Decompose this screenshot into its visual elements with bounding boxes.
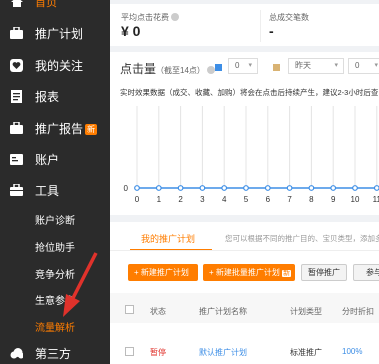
sidebar: 首页 推广计划 我的关注 报表 推广报告新 账户 工具 账户诊断 抢位助手 竞争… bbox=[0, 0, 110, 364]
select-all-checkbox[interactable] bbox=[125, 305, 134, 314]
data-point bbox=[199, 185, 206, 191]
divider bbox=[260, 10, 261, 42]
x-tick-label: 4 bbox=[222, 195, 227, 204]
x-tick-label: 5 bbox=[244, 195, 249, 204]
realtime-note: 实时效果数据（成交、收藏、加购）将会在点击后持续产生，建议2-3小时后查 bbox=[120, 88, 379, 97]
sidebar-item-label: 第三方 bbox=[35, 346, 72, 361]
stats-card: 平均点击花费 ¥ 0 总成交笔数 - bbox=[110, 4, 379, 46]
x-tick-label: 0 bbox=[135, 195, 140, 204]
chevron-down-icon: ▾ bbox=[374, 62, 378, 69]
metric-select[interactable]: 0 ▾ bbox=[228, 58, 258, 74]
data-point bbox=[177, 185, 184, 191]
stat-label: 平均点击花费 bbox=[121, 12, 179, 23]
data-point bbox=[286, 185, 293, 191]
plan-type-cell: 标准推广 bbox=[290, 348, 322, 357]
data-point bbox=[330, 185, 337, 191]
compare-date-select[interactable]: 昨天 ▾ bbox=[288, 58, 344, 74]
column-header: 状态 bbox=[150, 307, 166, 316]
column-header: 计划类型 bbox=[290, 307, 322, 316]
tab-my-plans[interactable]: 我的推广计划 bbox=[141, 232, 195, 245]
compare-legend-swatch bbox=[273, 64, 280, 71]
tab-hint: 您可以根据不同的推广目的、宝贝类型，添加多 bbox=[225, 234, 379, 243]
data-point bbox=[155, 185, 162, 191]
data-point bbox=[352, 185, 358, 191]
cloud-icon bbox=[10, 347, 23, 360]
data-point bbox=[373, 185, 379, 191]
status-cell: 暂停 bbox=[150, 348, 166, 357]
bulk-new-plan-button[interactable]: + 新建批量推广计划 新 bbox=[203, 264, 295, 281]
data-point bbox=[134, 185, 140, 191]
today-legend-swatch bbox=[215, 64, 222, 71]
data-point bbox=[264, 185, 271, 191]
x-tick-label: 8 bbox=[309, 195, 314, 204]
help-icon bbox=[171, 13, 179, 21]
x-tick-label: 2 bbox=[178, 195, 183, 204]
pause-button[interactable]: 暂停推广 bbox=[301, 264, 347, 281]
x-tick-label: 6 bbox=[266, 195, 271, 204]
x-tick-label: 10 bbox=[351, 195, 360, 204]
data-point bbox=[243, 185, 249, 191]
chevron-down-icon: ▾ bbox=[248, 62, 252, 69]
red-arrow-annotation bbox=[63, 252, 98, 317]
stat-value: ¥ 0 bbox=[121, 23, 141, 39]
plan-name-link[interactable]: 默认推广计划 bbox=[199, 347, 247, 358]
click-line-chart: 00 1 2 3 4 5 6 7 8 9 10 11 bbox=[124, 106, 379, 204]
y-tick-label: 0 bbox=[124, 184, 129, 193]
data-point bbox=[221, 185, 228, 191]
x-tick-label: 3 bbox=[200, 195, 205, 204]
chart-title: 点击量（截至14点） bbox=[120, 60, 215, 77]
chevron-down-icon: ▾ bbox=[334, 62, 338, 69]
data-point bbox=[308, 185, 315, 191]
x-tick-label: 7 bbox=[287, 195, 292, 204]
sidebar-item-third-party[interactable]: 第三方 bbox=[0, 345, 110, 361]
help-icon bbox=[206, 66, 215, 74]
stat-value: - bbox=[269, 23, 274, 39]
stat-label: 总成交笔数 bbox=[269, 13, 309, 22]
divider bbox=[110, 250, 379, 251]
new-plan-button[interactable]: + 新建推广计划 bbox=[128, 264, 198, 281]
compare-metric-select[interactable]: 0 ▾ bbox=[348, 58, 379, 74]
x-tick-label: 11 bbox=[373, 195, 379, 204]
main-content: 平均点击花费 ¥ 0 总成交笔数 - 点击量（截至14点） 0 ▾ 昨天 ▾ 0 ▾ … bbox=[110, 0, 379, 364]
row-checkbox[interactable] bbox=[125, 347, 134, 356]
x-tick-label: 9 bbox=[331, 195, 336, 204]
column-header: 分时折扣 bbox=[342, 307, 374, 316]
x-tick-label: 1 bbox=[157, 195, 162, 204]
column-header: 推广计划名称 bbox=[199, 307, 247, 316]
discount-cell[interactable]: 100% bbox=[342, 347, 362, 356]
more-button[interactable]: 参与 bbox=[353, 264, 379, 281]
